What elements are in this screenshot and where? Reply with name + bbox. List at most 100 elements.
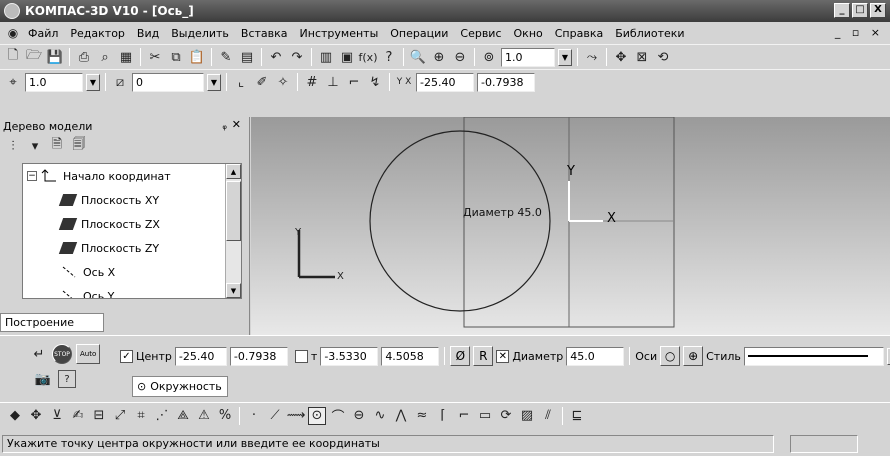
dimensions-icon[interactable]: ✥: [27, 407, 45, 425]
with-axes-button[interactable]: ⊕: [683, 346, 704, 366]
pan-icon[interactable]: ✥: [612, 48, 630, 66]
close-button[interactable]: X: [870, 3, 886, 18]
zoom-input[interactable]: 1.0: [501, 47, 555, 67]
center-x-input[interactable]: -25.40: [174, 346, 227, 366]
menu-help[interactable]: Справка: [549, 27, 609, 40]
edit-icon[interactable]: ✍: [69, 407, 87, 425]
fragment-icon[interactable]: %: [216, 407, 234, 425]
tree-item-origin[interactable]: − Начало координат: [23, 164, 241, 188]
center-y-input[interactable]: -0.7938: [229, 346, 288, 366]
menu-operations[interactable]: Операции: [384, 27, 454, 40]
enter-icon[interactable]: ↵: [30, 345, 48, 363]
zoom-out-icon[interactable]: ⊖: [451, 48, 469, 66]
menu-libraries[interactable]: Библиотеки: [609, 27, 690, 40]
equidistant-icon[interactable]: ⫽: [539, 407, 557, 425]
point-y-input[interactable]: 4.5058: [381, 346, 440, 366]
function-icon[interactable]: f(x): [359, 48, 378, 66]
grid-icon[interactable]: #: [303, 73, 321, 91]
calculator-icon[interactable]: ▥: [317, 48, 335, 66]
tree-item-plane-zy[interactable]: Плоскость ZY: [23, 236, 241, 260]
menu-file[interactable]: Файл: [22, 27, 64, 40]
circle-icon[interactable]: ⊙: [308, 406, 326, 425]
redo-icon[interactable]: ↷: [288, 48, 306, 66]
reports-icon[interactable]: ⟁: [174, 407, 192, 425]
contour-icon[interactable]: ⟳: [497, 407, 515, 425]
layer-icon[interactable]: ⧄: [111, 73, 129, 91]
menu-service[interactable]: Сервис: [454, 27, 507, 40]
ortho-mode-icon[interactable]: ⌐: [345, 73, 363, 91]
library-icon[interactable]: ▣: [338, 48, 356, 66]
ellipse-icon[interactable]: ⊖: [350, 407, 368, 425]
help-pointer-icon[interactable]: ?: [380, 48, 398, 66]
insert-icon[interactable]: ⚠: [195, 407, 213, 425]
polyline-icon[interactable]: ⋀: [392, 407, 410, 425]
cursor-step-input[interactable]: 1.0: [25, 72, 83, 92]
center-checkbox[interactable]: ✓: [120, 349, 133, 363]
point-icon[interactable]: ·: [245, 407, 263, 425]
collect-contour-icon[interactable]: ⊑: [568, 407, 586, 425]
tree-doc-icon[interactable]: 🗎: [48, 137, 66, 155]
pin-icon[interactable]: ᵩ: [222, 119, 227, 132]
drawing-svg[interactable]: [251, 117, 890, 335]
hatch-icon[interactable]: ▨: [518, 407, 536, 425]
point-checkbox[interactable]: [294, 349, 308, 363]
panel-close-icon[interactable]: ✕: [232, 118, 241, 131]
designation-icon[interactable]: ⊻: [48, 407, 66, 425]
spline-icon[interactable]: ∿: [371, 407, 389, 425]
show-all-icon[interactable]: ⊠: [633, 48, 651, 66]
snap-icon[interactable]: ✐: [253, 73, 271, 91]
tree-item-plane-zx[interactable]: Плоскость ZX: [23, 212, 241, 236]
orientation-icon[interactable]: ⤳: [583, 48, 601, 66]
rectangle-icon[interactable]: ▭: [476, 407, 494, 425]
tree-view-icon[interactable]: ▾: [26, 137, 44, 155]
select-icon[interactable]: ⌗: [132, 407, 150, 425]
zoom-scale-icon[interactable]: ⊚: [480, 48, 498, 66]
diameter-input[interactable]: 45.0: [566, 346, 625, 366]
layer-dropdown-icon[interactable]: ▼: [207, 73, 221, 91]
tree-item-axis-x[interactable]: Ось X: [23, 260, 241, 284]
layer-input[interactable]: 0: [132, 72, 204, 92]
tree-structure-icon[interactable]: ⫶: [4, 137, 22, 155]
no-axes-button[interactable]: ○: [660, 346, 681, 366]
open-file-icon[interactable]: 🗁: [25, 48, 43, 66]
point-x-input[interactable]: -3.5330: [320, 346, 379, 366]
menu-select[interactable]: Выделить: [165, 27, 235, 40]
menu-tools[interactable]: Инструменты: [294, 27, 385, 40]
round-icon[interactable]: ↯: [366, 73, 384, 91]
list-icon[interactable]: ▤: [238, 48, 256, 66]
spec-icon[interactable]: ⋰: [153, 407, 171, 425]
cursor-step-icon[interactable]: ⌖: [4, 73, 22, 91]
menu-insert[interactable]: Вставка: [235, 27, 294, 40]
maximize-button[interactable]: □: [852, 3, 868, 18]
tree-scrollbar[interactable]: ▲ ▼: [225, 164, 241, 298]
ortho-icon[interactable]: ⊥: [324, 73, 342, 91]
measure-icon[interactable]: ⤢: [111, 407, 129, 425]
tab-build[interactable]: Построение: [0, 313, 104, 332]
scroll-up-icon[interactable]: ▲: [226, 164, 241, 179]
geometry-icon[interactable]: ◆: [6, 407, 24, 425]
parametrization-icon[interactable]: ⊟: [90, 407, 108, 425]
curve-icon[interactable]: ≈: [413, 407, 431, 425]
cursor-y-field[interactable]: -0.7938: [477, 72, 535, 92]
print-icon[interactable]: ⎙: [75, 48, 93, 66]
rotate-icon[interactable]: ⟲: [654, 48, 672, 66]
tree-props-icon[interactable]: 🗐: [70, 137, 88, 155]
tab-circle[interactable]: ⊙ Окружность: [132, 376, 228, 397]
mdi-controls[interactable]: _ ▫ ×: [835, 26, 884, 39]
scroll-thumb[interactable]: [226, 181, 241, 241]
diameter-checkbox[interactable]: ✕: [496, 349, 510, 363]
copy-icon[interactable]: ⧉: [167, 48, 185, 66]
stop-button[interactable]: STOP: [52, 344, 72, 364]
fillet-icon[interactable]: ⌐: [455, 407, 473, 425]
zoom-in-icon[interactable]: ⊕: [430, 48, 448, 66]
preview-icon[interactable]: ⌕: [96, 48, 114, 66]
local-cs-icon[interactable]: ⌞: [232, 73, 250, 91]
drawing-canvas[interactable]: Y X Y X Диаметр 45.0: [251, 117, 890, 335]
new-file-icon[interactable]: 🗋: [4, 48, 22, 66]
menu-view[interactable]: Вид: [131, 27, 165, 40]
camera-icon[interactable]: 📷: [34, 370, 52, 388]
cursor-step-dropdown-icon[interactable]: ▼: [86, 73, 100, 91]
undo-icon[interactable]: ↶: [267, 48, 285, 66]
chamfer-icon[interactable]: ⌈: [434, 407, 452, 425]
tree-item-axis-y[interactable]: Ось Y: [23, 284, 241, 298]
